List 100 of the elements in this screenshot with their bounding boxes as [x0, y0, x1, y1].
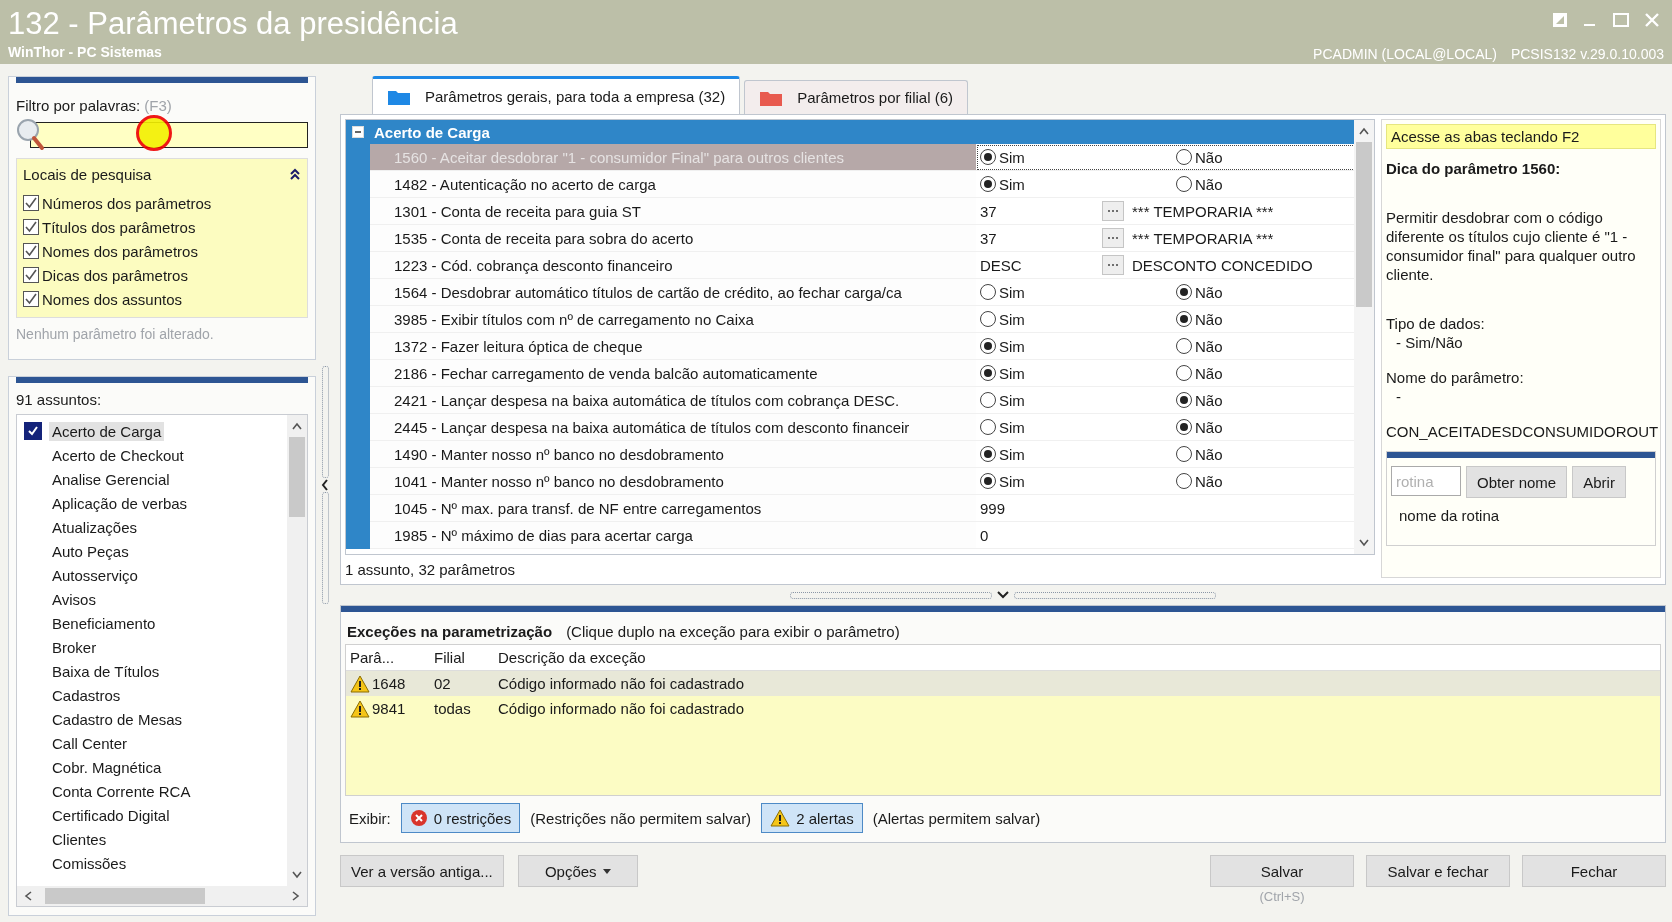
list-item[interactable]: Clientes [49, 829, 110, 849]
checkbox[interactable] [24, 422, 42, 440]
radio-button[interactable] [980, 473, 996, 489]
shortcut-hint: (F3) [144, 97, 172, 114]
radio-label: Sim [999, 337, 1025, 355]
list-item[interactable]: Comissões [49, 853, 130, 873]
list-item[interactable]: Baixa de Títulos [49, 661, 163, 681]
lookup-button[interactable] [1102, 228, 1124, 248]
data-type-label: Tipo de dados: [1386, 314, 1486, 333]
radio-button[interactable] [1176, 392, 1192, 408]
list-item[interactable]: Autosserviço [49, 565, 141, 585]
checkbox[interactable] [23, 267, 39, 283]
tab[interactable]: Parâmetros por filial (6) [744, 80, 969, 114]
radio-button[interactable] [1176, 446, 1192, 462]
routine-button[interactable]: Abrir [1572, 466, 1626, 498]
horizontal-scrollbar[interactable] [17, 886, 307, 906]
group-header[interactable]: Acerto de Carga [346, 120, 1354, 144]
list-item[interactable]: Aplicação de verbas [49, 493, 191, 513]
radio-button[interactable] [980, 149, 996, 165]
routine-field[interactable]: rotina [1391, 466, 1461, 496]
radio-label: Sim [999, 283, 1025, 301]
collapse-left-icon[interactable] [320, 478, 330, 492]
action-button[interactable]: Fechar [1522, 855, 1666, 887]
radio-label: Sim [999, 391, 1025, 409]
list-item[interactable]: Auto Peças [49, 541, 132, 561]
shortcut-tip: Acesse as abas teclando F2 [1386, 124, 1656, 149]
grid-summary: 1 assunto, 32 parâmetros [345, 561, 517, 578]
checkbox[interactable] [23, 219, 39, 235]
list-item[interactable]: Cobr. Magnética [49, 757, 165, 777]
subject-count: 91 assuntos: [16, 391, 103, 408]
checkmark-icon [24, 292, 38, 306]
radio-button[interactable] [1176, 473, 1192, 489]
list-item[interactable]: Atualizações [49, 517, 141, 537]
scroll-up-icon[interactable] [291, 421, 303, 431]
list-item[interactable]: Acerto de Carga [49, 421, 165, 441]
ellipsis-icon [1107, 263, 1119, 267]
lookup-button[interactable] [1102, 255, 1124, 275]
list-item[interactable]: Cadastro de Mesas [49, 709, 186, 729]
scrollbar-thumb[interactable] [1356, 142, 1372, 307]
list-item[interactable]: Broker [49, 637, 100, 657]
collapse-down-icon[interactable] [996, 590, 1010, 600]
list-item[interactable]: Certificado Digital [49, 805, 173, 825]
radio-button[interactable] [1176, 176, 1192, 192]
radio-button[interactable] [980, 176, 996, 192]
radio-button[interactable] [980, 311, 996, 327]
column-header[interactable]: Parâ... [346, 649, 428, 666]
radio-button[interactable] [980, 419, 996, 435]
list-item[interactable]: Conta Corrente RCA [49, 781, 194, 801]
radio-button[interactable] [1176, 311, 1192, 327]
action-button[interactable]: Ver a versão antiga... [340, 855, 504, 887]
radio-button[interactable] [1176, 149, 1192, 165]
parameter-value: 999 [980, 499, 1007, 517]
list-item[interactable]: Analise Gerencial [49, 469, 173, 489]
radio-button[interactable] [980, 284, 996, 300]
vertical-scrollbar[interactable] [287, 415, 307, 886]
list-item[interactable]: Acerto de Checkout [49, 445, 187, 465]
radio-button[interactable] [980, 365, 996, 381]
vertical-scrollbar[interactable] [1354, 120, 1374, 554]
scroll-left-icon[interactable] [23, 890, 33, 902]
radio-button[interactable] [1176, 338, 1192, 354]
lookup-description: *** TEMPORARIA *** [1132, 229, 1274, 247]
cursor-highlight [136, 115, 172, 151]
table-cell-text: Código informado não foi cadastrado [497, 700, 745, 717]
list-item[interactable]: Call Center [49, 733, 131, 753]
checkbox[interactable] [23, 243, 39, 259]
radio-label: Sim [999, 148, 1025, 166]
checkbox[interactable] [23, 195, 39, 211]
scrollbar-thumb[interactable] [45, 888, 205, 904]
action-button[interactable]: Opções [517, 855, 638, 887]
radio-button[interactable] [1176, 419, 1192, 435]
checkbox[interactable] [23, 291, 39, 307]
scroll-down-icon[interactable] [291, 870, 303, 880]
tab[interactable]: Parâmetros gerais, para toda a empresa (32) [372, 76, 741, 114]
scroll-right-icon[interactable] [291, 890, 301, 902]
action-button[interactable]: Salvar e fechar [1366, 855, 1510, 887]
list-item[interactable]: Cadastros [49, 685, 124, 705]
warning-icon [350, 699, 370, 718]
checkbox-label: Nomes dos assuntos [42, 290, 183, 308]
column-header[interactable]: Filial [428, 649, 492, 666]
radio-button[interactable] [980, 338, 996, 354]
checkbox-label: Dicas dos parâmetros [42, 266, 188, 284]
list-item[interactable]: Avisos [49, 589, 99, 609]
action-button[interactable]: Salvar [1210, 855, 1354, 887]
table-row[interactable]: 9841 todas Código informado não foi cadastrado [346, 696, 1660, 721]
scrollbar-thumb[interactable] [289, 437, 305, 517]
scroll-down-icon[interactable] [1358, 538, 1370, 548]
table-row[interactable]: 1648 02 Código informado não foi cadastrado [346, 671, 1660, 696]
scroll-up-icon[interactable] [1358, 126, 1370, 136]
toggle-button[interactable]: 2 alertas [761, 803, 863, 833]
radio-button[interactable] [980, 392, 996, 408]
toggle-button[interactable]: 0 restrições [400, 803, 521, 833]
routine-button[interactable]: Obter nome [1466, 466, 1568, 498]
radio-button[interactable] [980, 446, 996, 462]
collapse-icon[interactable] [289, 167, 301, 181]
column-header[interactable]: Descrição da exceção [492, 649, 1626, 666]
lookup-button[interactable] [1102, 201, 1124, 221]
checkmark-icon [24, 220, 38, 234]
radio-button[interactable] [1176, 284, 1192, 300]
list-item[interactable]: Beneficiamento [49, 613, 159, 633]
radio-button[interactable] [1176, 365, 1192, 381]
